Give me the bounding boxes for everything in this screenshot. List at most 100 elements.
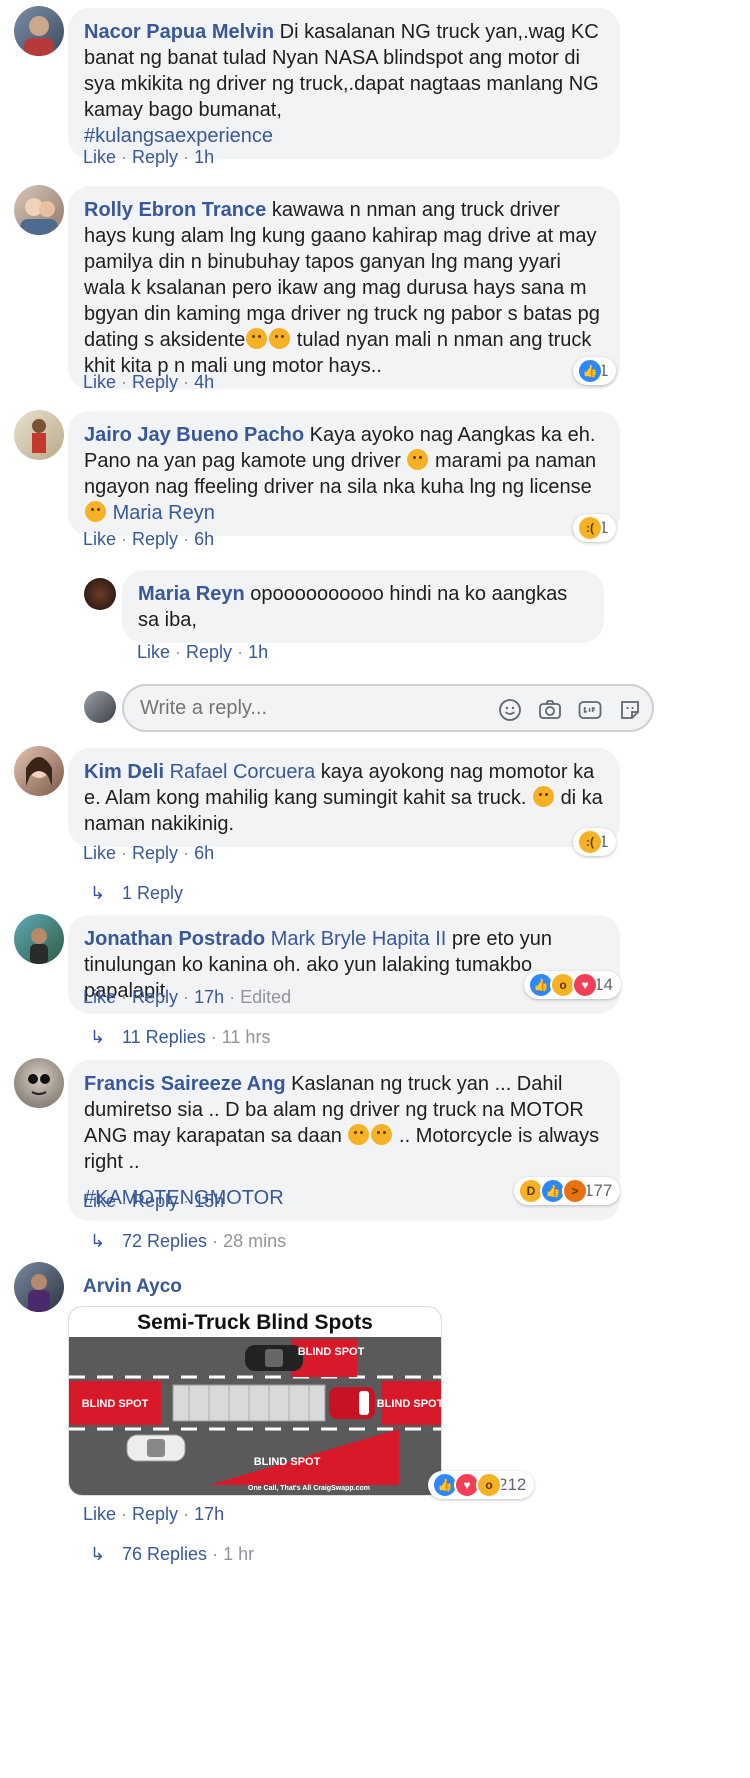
reaction-count: 212	[498, 1475, 527, 1494]
sad-emoji-icon	[269, 328, 291, 349]
avatar[interactable]	[14, 1262, 64, 1312]
reply-input[interactable]	[138, 696, 462, 721]
mention-link[interactable]: Rafael Corcuera	[170, 761, 316, 783]
separator: ·	[210, 1027, 217, 1047]
commenter-name[interactable]: Maria Reyn	[138, 583, 245, 605]
view-replies-link[interactable]: ↳ 1 Reply	[90, 882, 183, 904]
avatar[interactable]	[14, 185, 64, 235]
timestamp[interactable]: 6h	[194, 529, 214, 549]
smiley-icon[interactable]	[498, 698, 522, 722]
sad-emoji-icon	[246, 328, 268, 349]
timestamp[interactable]: 4h	[194, 372, 214, 392]
timestamp[interactable]: 6h	[194, 843, 214, 863]
reaction-summary[interactable]: 👍 o ♥ 14	[524, 971, 621, 999]
separator: ·	[121, 1504, 128, 1524]
sleepy-emoji-icon	[533, 786, 554, 807]
separator: ·	[183, 529, 190, 549]
like-link[interactable]: Like	[83, 987, 116, 1007]
reply-link[interactable]: Reply	[132, 843, 178, 863]
reaction-summary[interactable]: D 👍 > 177	[514, 1177, 621, 1205]
view-replies-link[interactable]: ↳ 11 Replies · 11 hrs	[90, 1026, 270, 1048]
avatar[interactable]	[14, 1058, 64, 1108]
like-link[interactable]: Like	[137, 642, 170, 662]
separator: ·	[183, 1504, 190, 1524]
separator: ·	[121, 529, 128, 549]
replies-count: 72 Replies	[122, 1231, 208, 1251]
separator: ·	[175, 642, 182, 662]
image-title: Semi-Truck Blind Spots	[137, 1311, 373, 1334]
like-link[interactable]: Like	[83, 1191, 116, 1211]
separator: ·	[121, 147, 128, 167]
separator: ·	[121, 372, 128, 392]
hashtag-link[interactable]: #kulangsaexperience	[84, 125, 273, 147]
avatar[interactable]	[14, 914, 64, 964]
avatar[interactable]	[14, 746, 64, 796]
commenter-name[interactable]: Jairo Jay Bueno Pacho	[84, 424, 304, 446]
replies-count: 11 Replies	[122, 1027, 206, 1047]
attached-image[interactable]: BLIND SPOT BLIND SPOT BLIND SPOT BLIND S…	[68, 1306, 442, 1496]
reply-link[interactable]: Reply	[132, 1504, 178, 1524]
comment-actions: Like · Reply · 4h	[83, 371, 214, 393]
angry-icon: >	[562, 1178, 588, 1204]
reaction-summary[interactable]: :( 1	[573, 828, 617, 856]
comment-bubble: Kim Deli Rafael Corcuera kaya ayokong na…	[68, 748, 620, 847]
commenter-name[interactable]: Nacor Papua Melvin	[84, 21, 274, 43]
comment-bubble: Rolly Ebron Trance kawawa n nman ang tru…	[68, 186, 620, 389]
reply-link[interactable]: Reply	[186, 642, 232, 662]
reaction-summary[interactable]: :( 1	[573, 514, 617, 542]
replies-count: 1 Reply	[122, 883, 184, 903]
view-replies-link[interactable]: ↳ 76 Replies · 1 hr	[90, 1543, 254, 1565]
avatar[interactable]	[84, 578, 116, 610]
like-link[interactable]: Like	[83, 843, 116, 863]
commenter-name[interactable]: Kim Deli	[84, 761, 164, 783]
blind-spot-label: BLIND SPOT	[377, 1398, 441, 1410]
reply-link[interactable]: Reply	[132, 987, 178, 1007]
reaction-summary[interactable]: 👍 ♥ o 212	[428, 1471, 535, 1499]
blind-spot-label: BLIND SPOT	[298, 1346, 365, 1358]
timestamp[interactable]: 15h	[194, 1191, 224, 1211]
crying-laughing-emoji-icon	[371, 1124, 393, 1145]
reply-link[interactable]: Reply	[132, 1191, 178, 1211]
commenter-name[interactable]: Jonathan Postrado	[84, 928, 265, 950]
avatar[interactable]	[14, 410, 64, 460]
sticker-icon[interactable]	[618, 698, 642, 722]
commenter-name[interactable]: Rolly Ebron Trance	[84, 199, 266, 221]
like-link[interactable]: Like	[83, 1504, 116, 1524]
timestamp[interactable]: 1h	[248, 642, 268, 662]
mention-link[interactable]: Maria Reyn	[113, 502, 215, 524]
reply-link[interactable]: Reply	[132, 147, 178, 167]
timestamp[interactable]: 1h	[194, 147, 214, 167]
like-link[interactable]: Like	[83, 372, 116, 392]
reply-arrow-icon: ↳	[90, 1027, 106, 1047]
separator: ·	[183, 843, 190, 863]
commenter-name[interactable]: Arvin Ayco	[83, 1276, 182, 1298]
like-link[interactable]: Like	[83, 529, 116, 549]
separator: ·	[212, 1231, 219, 1251]
view-replies-link[interactable]: ↳ 72 Replies · 28 mins	[90, 1230, 286, 1252]
timestamp[interactable]: 17h	[194, 1504, 224, 1524]
current-user-avatar	[84, 691, 116, 723]
separator: ·	[183, 147, 190, 167]
replies-count: 76 Replies	[122, 1544, 208, 1564]
comment-bubble: Jairo Jay Bueno Pacho Kaya ayoko nag Aan…	[68, 411, 620, 536]
blind-spot-label: BLIND SPOT	[254, 1456, 321, 1468]
gif-icon[interactable]	[578, 698, 602, 722]
reply-link[interactable]: Reply	[132, 372, 178, 392]
reaction-summary[interactable]: 👍 1	[573, 357, 617, 385]
reply-arrow-icon: ↳	[90, 1544, 106, 1564]
write-reply-box[interactable]	[122, 684, 654, 732]
reply-link[interactable]: Reply	[132, 529, 178, 549]
blind-spot-label: BLIND SPOT	[82, 1398, 149, 1410]
reaction-count: 177	[584, 1181, 613, 1200]
like-link[interactable]: Like	[83, 147, 116, 167]
separator: ·	[229, 987, 236, 1007]
edited-label[interactable]: Edited	[240, 987, 291, 1007]
comment-actions: Like · Reply · 6h	[83, 842, 214, 864]
sad-icon: :(	[577, 829, 603, 855]
camera-icon[interactable]	[538, 698, 562, 722]
timestamp[interactable]: 17h	[194, 987, 224, 1007]
mention-link[interactable]: Mark Bryle Hapita II	[271, 928, 447, 950]
avatar[interactable]	[14, 6, 64, 56]
separator: ·	[183, 987, 190, 1007]
commenter-name[interactable]: Francis Saireeze Ang	[84, 1073, 286, 1095]
